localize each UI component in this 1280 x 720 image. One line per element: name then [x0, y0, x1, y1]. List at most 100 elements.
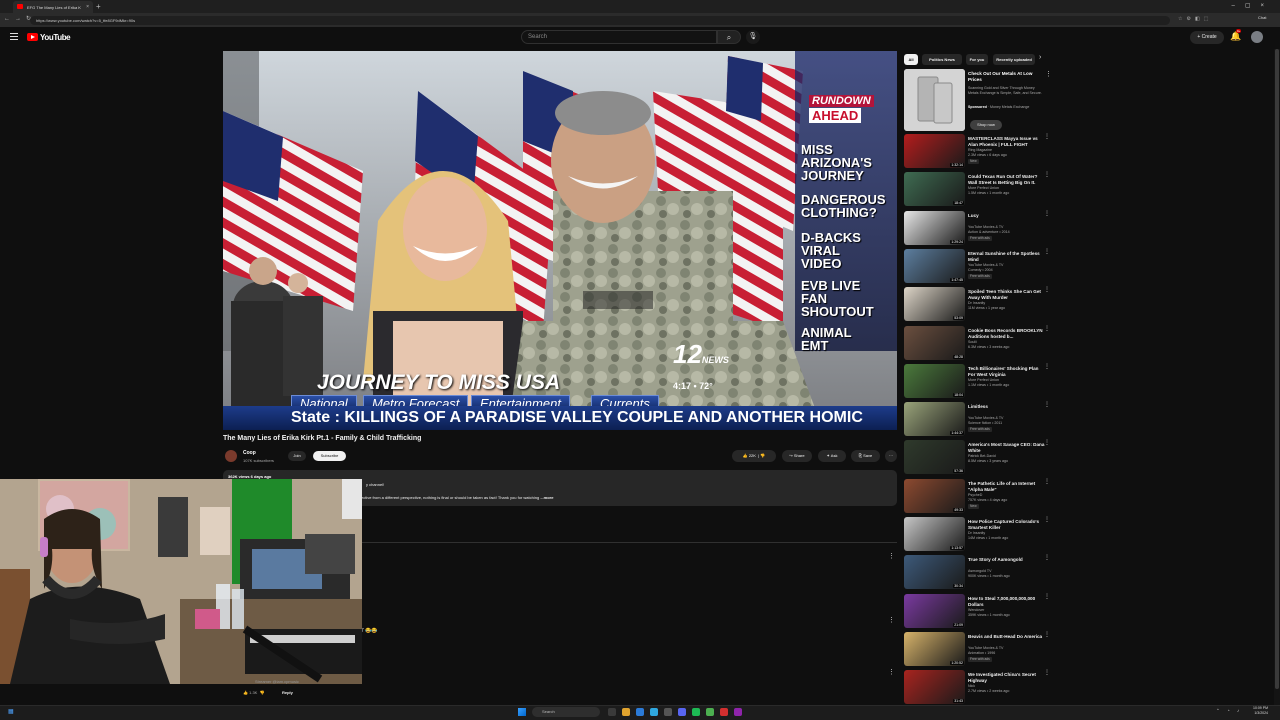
- video-title[interactable]: Spoiled Teen Thinks She Can Get Away Wit…: [968, 289, 1046, 301]
- video-thumbnail[interactable]: 57:36: [904, 440, 965, 474]
- recommended-video[interactable]: 49:33 The Pathetic Life of an Internet "A…: [904, 479, 1054, 515]
- recommended-video[interactable]: 57:36 America's Most Savage CEO: Dana Whi…: [904, 440, 1054, 476]
- more-actions-button[interactable]: ···: [885, 450, 897, 462]
- channel-name[interactable]: Nick: [968, 684, 1048, 688]
- video-menu-icon[interactable]: ⋮: [1044, 249, 1050, 255]
- video-thumbnail[interactable]: 1:32:14: [904, 134, 965, 168]
- video-thumbnail[interactable]: 49:33: [904, 479, 965, 513]
- video-menu-icon[interactable]: ⋮: [1044, 326, 1050, 332]
- channel-name[interactable]: PsycheD: [968, 493, 1048, 497]
- microphone-icon[interactable]: 🎙: [746, 30, 760, 44]
- video-title[interactable]: How to Steal 7,000,000,000,000 Dollars: [968, 596, 1046, 608]
- like-dislike-button[interactable]: 👍 22K | 👎: [732, 450, 776, 462]
- recommended-video[interactable]: 21:09 How to Steal 7,000,000,000,000 Doll…: [904, 594, 1054, 630]
- video-title[interactable]: MASTERCLASS Mayya Issue vs Alan Phoenix …: [968, 136, 1046, 148]
- video-title[interactable]: Tech Billionaires' Shocking Plan For Wes…: [968, 366, 1046, 378]
- channel-name[interactable]: More Perfect Union: [968, 378, 1048, 382]
- video-thumbnail[interactable]: 1:29:24: [904, 211, 965, 245]
- comment-menu-icon[interactable]: ⋮: [888, 669, 895, 676]
- recommended-video[interactable]: 18:47 Could Texas Run Out Of Water? Wall …: [904, 172, 1054, 208]
- channel-name[interactable]: Patrick Bet-David: [968, 454, 1048, 458]
- chevron-right-icon[interactable]: ›: [1039, 54, 1041, 61]
- hamburger-menu-icon[interactable]: [10, 33, 18, 40]
- obs-icon[interactable]: [720, 708, 728, 716]
- video-thumbnail[interactable]: 48:28: [904, 326, 965, 360]
- comment-like-row[interactable]: 👍 1.3K 👎: [243, 690, 265, 695]
- video-menu-icon[interactable]: ⋮: [1044, 287, 1050, 293]
- recommended-video[interactable]: 53:09 Spoiled Teen Thinks She Can Get Awa…: [904, 287, 1054, 323]
- system-tray[interactable]: ⌃ ◔ ♪: [1216, 708, 1242, 714]
- reply-button[interactable]: Reply: [282, 690, 293, 695]
- video-menu-icon[interactable]: ⋮: [1044, 402, 1050, 408]
- channel-name[interactable]: Dr Insanity: [968, 531, 1048, 535]
- channel-name[interactable]: Asmongold TV: [968, 569, 1048, 573]
- video-menu-icon[interactable]: ⋮: [1044, 364, 1050, 370]
- chip-all[interactable]: All: [904, 54, 918, 65]
- file-explorer-icon[interactable]: [622, 708, 630, 716]
- video-title[interactable]: How Police Captured Colorado's Smartest …: [968, 519, 1046, 531]
- video-title[interactable]: Could Texas Run Out Of Water? Wall Stree…: [968, 174, 1046, 186]
- recommended-video[interactable]: 18:04 Tech Billionaires' Shocking Plan Fo…: [904, 364, 1054, 400]
- shop-now-button[interactable]: Shop now: [970, 120, 1002, 130]
- taskbar-clock[interactable]: 10:09 PM 1/3/2024: [1253, 706, 1268, 716]
- video-title[interactable]: Eternal Sunshine of the Spotless Mind: [968, 251, 1046, 263]
- scrollbar-thumb[interactable]: [1275, 49, 1279, 689]
- video-thumbnail[interactable]: 18:04: [904, 364, 965, 398]
- comment-menu-icon[interactable]: ⋮: [888, 553, 895, 560]
- ask-button[interactable]: ✦ Ask: [818, 450, 846, 462]
- channel-name[interactable]: YouTube Movies & TV: [968, 646, 1048, 650]
- join-button[interactable]: Join: [288, 451, 306, 461]
- profile-button[interactable]: Chat: [1258, 15, 1266, 20]
- widgets-icon[interactable]: ▦: [8, 708, 14, 715]
- video-menu-icon[interactable]: ⋮: [1044, 440, 1050, 446]
- channel-avatar[interactable]: [225, 450, 237, 462]
- channel-name[interactable]: Coop: [243, 450, 256, 456]
- channel-name[interactable]: YouTube Movies & TV: [968, 416, 1048, 420]
- video-thumbnail[interactable]: 30:34: [904, 555, 965, 589]
- ad-menu-icon[interactable]: ⋮: [1045, 71, 1052, 78]
- recommended-video[interactable]: 1:13:57 How Police Captured Colorado's Sm…: [904, 517, 1054, 553]
- recommended-video[interactable]: 1:29:24 Lucy YouTube Movies & TV Action & a…: [904, 211, 1054, 247]
- video-title[interactable]: Limitless: [968, 404, 1046, 410]
- extension-icons[interactable]: ☆⚙◧⬚: [1178, 16, 1212, 22]
- video-title[interactable]: Lucy: [968, 213, 1046, 219]
- video-title[interactable]: America's Most Savage CEO: Dana White: [968, 442, 1046, 454]
- share-button[interactable]: ↪ Share: [782, 450, 812, 462]
- video-menu-icon[interactable]: ⋮: [1044, 479, 1050, 485]
- video-thumbnail[interactable]: 1:47:45: [904, 249, 965, 283]
- video-thumbnail[interactable]: 53:09: [904, 287, 965, 321]
- new-tab-button[interactable]: +: [96, 2, 101, 11]
- video-player[interactable]: RUNDOWN AHEAD MISS ARIZONA'S JOURNEY DAN…: [223, 51, 897, 430]
- comment-menu-icon[interactable]: ⋮: [888, 617, 895, 624]
- chip-politics-news[interactable]: Politics News: [922, 54, 962, 65]
- video-title[interactable]: The Pathetic Life of an Internet "Alpha …: [968, 481, 1046, 493]
- ad-thumbnail[interactable]: [904, 69, 965, 131]
- spotify-icon[interactable]: [692, 708, 700, 716]
- app-icon[interactable]: [734, 708, 742, 716]
- chrome-icon[interactable]: [706, 708, 714, 716]
- recommended-video[interactable]: 31:43 We Investigated China's Secret High…: [904, 670, 1054, 706]
- edge-browser-icon[interactable]: [636, 708, 644, 716]
- video-menu-icon[interactable]: ⋮: [1044, 172, 1050, 178]
- video-thumbnail[interactable]: 1:13:57: [904, 517, 965, 551]
- store-icon[interactable]: [650, 708, 658, 716]
- terminal-icon[interactable]: [664, 708, 672, 716]
- channel-name[interactable]: Ring Magazine: [968, 148, 1048, 152]
- taskbar-search[interactable]: Search: [532, 707, 600, 717]
- window-controls[interactable]: –▢×: [1231, 2, 1274, 9]
- thumbs-down-icon[interactable]: 👎: [260, 690, 265, 695]
- task-view-icon[interactable]: [608, 708, 616, 716]
- channel-name[interactable]: Dr Insanity: [968, 301, 1048, 305]
- discord-icon[interactable]: [678, 708, 686, 716]
- channel-name[interactable]: Soulii: [968, 340, 1048, 344]
- recommended-video[interactable]: 1:44:37 Limitless YouTube Movies & TV Scien…: [904, 402, 1054, 438]
- recommended-video[interactable]: 1:32:14 MASTERCLASS Mayya Issue vs Alan P…: [904, 134, 1054, 170]
- channel-name[interactable]: YouTube Movies & TV: [968, 263, 1048, 267]
- account-avatar[interactable]: [1251, 31, 1263, 43]
- start-menu-icon[interactable]: [518, 708, 526, 716]
- url-field[interactable]: https://www.youtube.com/watch?v=5_tfe8GF…: [30, 16, 1170, 25]
- video-thumbnail[interactable]: 1:44:37: [904, 402, 965, 436]
- video-thumbnail[interactable]: 18:47: [904, 172, 965, 206]
- search-icon[interactable]: ⌕: [717, 30, 741, 44]
- video-menu-icon[interactable]: ⋮: [1044, 594, 1050, 600]
